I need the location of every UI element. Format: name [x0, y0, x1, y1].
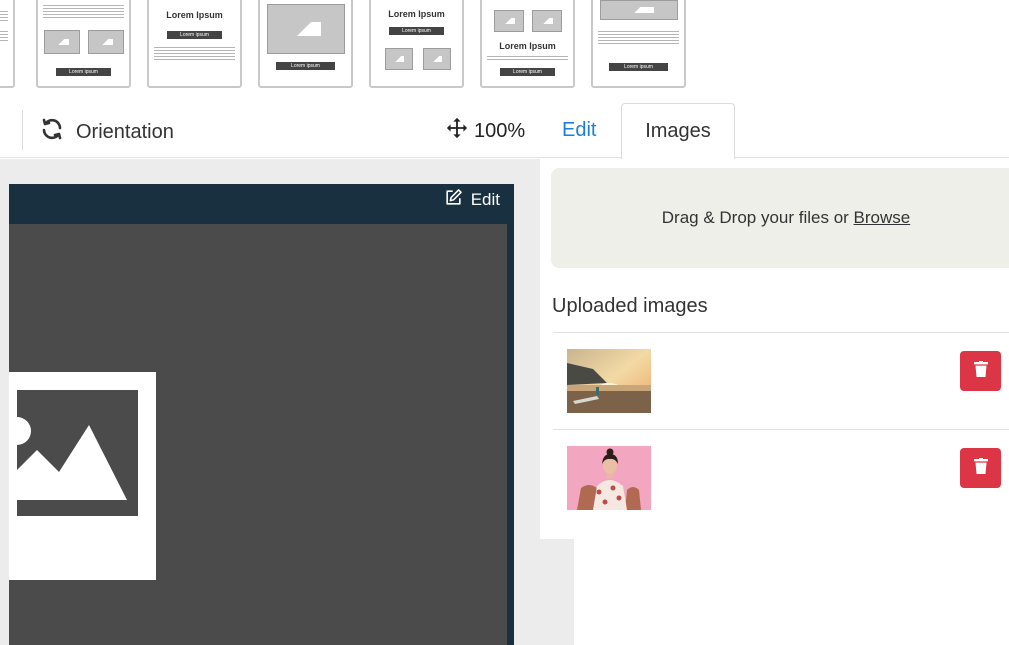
- dropzone-text: Drag & Drop your files or: [661, 208, 854, 227]
- zoom-control[interactable]: 100%: [446, 117, 525, 145]
- editor-toolbar: Orientation 100% Edit Images: [0, 100, 1009, 159]
- template-button: Lorem ipsum: [56, 68, 111, 76]
- template-card-4[interactable]: Lorem Ipsum Lorem ipsum: [369, 0, 464, 88]
- orientation-button[interactable]: Orientation: [40, 117, 174, 147]
- template-button: Lorem ipsum: [500, 68, 555, 76]
- template-title: Lorem Ipsum: [166, 10, 223, 20]
- uploaded-images-heading: Uploaded images: [552, 295, 708, 317]
- template-card-1[interactable]: Lorem ipsum: [36, 0, 131, 88]
- panel-edge: [540, 539, 574, 645]
- canvas-area: Edit: [0, 159, 540, 645]
- edit-square-icon: [444, 188, 463, 212]
- refresh-icon: [40, 117, 64, 147]
- template-card-3[interactable]: Lorem ipsum: [258, 0, 353, 88]
- canvas-edit-label: Edit: [470, 190, 500, 209]
- delete-image-button[interactable]: [960, 351, 1001, 391]
- uploaded-image-thumbnail[interactable]: [567, 446, 651, 510]
- canvas-content[interactable]: [9, 224, 507, 645]
- template-strip: Lorem ipsum Lorem Ipsum Lorem ipsum Lore…: [0, 0, 1009, 100]
- tab-images[interactable]: Images: [621, 103, 735, 159]
- template-button: Lorem ipsum: [167, 31, 222, 39]
- trash-icon: [973, 360, 988, 382]
- canvas-frame[interactable]: Edit: [9, 184, 514, 645]
- images-panel: Drag & Drop your files or Browse Uploade…: [540, 159, 1009, 539]
- delete-image-button[interactable]: [960, 448, 1001, 488]
- move-arrows-icon: [446, 117, 468, 145]
- tab-edit[interactable]: Edit: [562, 119, 596, 142]
- template-card-6[interactable]: Lorem ipsum: [591, 0, 686, 88]
- orientation-label: Orientation: [76, 120, 174, 143]
- image-placeholder-icon: [9, 372, 156, 580]
- template-title: Lorem Ipsum: [388, 9, 445, 19]
- template-button: Lorem ipsum: [276, 62, 335, 70]
- template-button: Lorem ipsum: [389, 27, 444, 35]
- browse-link[interactable]: Browse: [854, 208, 911, 227]
- template-title: Lorem Ipsum: [499, 41, 556, 51]
- template-card-5[interactable]: Lorem Ipsum Lorem ipsum: [480, 0, 575, 88]
- template-card-2[interactable]: Lorem Ipsum Lorem ipsum: [147, 0, 242, 88]
- uploaded-image-row[interactable]: [553, 429, 1009, 525]
- canvas-edit-button[interactable]: Edit: [444, 188, 500, 212]
- uploaded-image-thumbnail[interactable]: [567, 349, 651, 413]
- template-card-partial[interactable]: [0, 0, 15, 88]
- toolbar-divider: [22, 110, 23, 150]
- zoom-level: 100%: [474, 119, 526, 142]
- trash-icon: [973, 457, 988, 479]
- file-dropzone[interactable]: Drag & Drop your files or Browse: [551, 168, 1009, 268]
- uploaded-image-row[interactable]: [553, 332, 1009, 428]
- template-button: Lorem ipsum: [609, 63, 668, 71]
